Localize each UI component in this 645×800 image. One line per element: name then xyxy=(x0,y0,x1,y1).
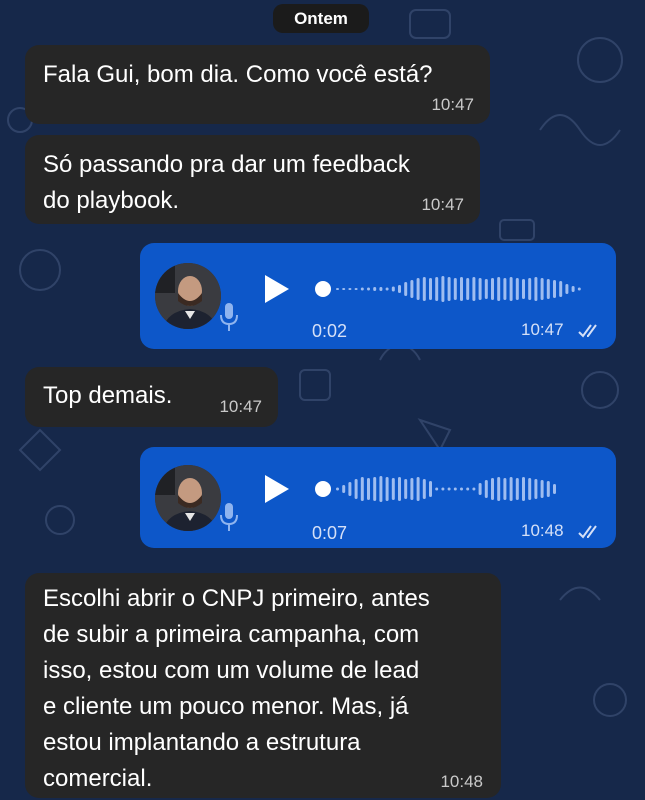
message-text: Top demais. xyxy=(43,382,173,409)
message-time: 10:48 xyxy=(521,521,564,540)
message-time: 10:47 xyxy=(421,195,464,214)
read-receipt-icon xyxy=(578,525,597,539)
message-text: Escolhi abrir o CNPJ primeiro, antes de … xyxy=(43,585,430,792)
message-bubble-incoming[interactable]: Top demais. 10:47 xyxy=(25,367,278,427)
message-bubble-incoming[interactable]: Só passando pra dar um feedback do playb… xyxy=(25,135,480,224)
audio-waveform[interactable] xyxy=(314,272,594,306)
voice-duration: 0:02 xyxy=(312,321,348,341)
read-receipt-icon xyxy=(578,324,597,338)
message-time: 10:47 xyxy=(219,397,262,416)
avatar xyxy=(155,465,221,531)
audio-waveform[interactable] xyxy=(314,472,594,506)
play-button[interactable] xyxy=(265,275,289,303)
date-separator: Ontem xyxy=(273,4,369,33)
voice-message-bubble[interactable]: 0:02 10:47 xyxy=(140,243,616,349)
microphone-icon xyxy=(220,303,238,331)
avatar xyxy=(155,263,221,329)
message-text: Só passando pra dar um feedback do playb… xyxy=(43,151,410,214)
message-text: Fala Gui, bom dia. Como você está? xyxy=(43,61,433,88)
message-time: 10:47 xyxy=(521,320,564,339)
voice-message-bubble[interactable]: 0:07 10:48 xyxy=(140,447,616,548)
message-bubble-incoming[interactable]: Fala Gui, bom dia. Como você está? 10:47 xyxy=(25,45,490,124)
message-time: 10:48 xyxy=(440,772,483,791)
message-time: 10:47 xyxy=(431,95,474,114)
message-bubble-incoming[interactable]: Escolhi abrir o CNPJ primeiro, antes de … xyxy=(25,573,501,798)
avatar-photo xyxy=(155,263,221,329)
avatar-photo xyxy=(155,465,221,531)
microphone-icon xyxy=(220,503,238,531)
voice-duration: 0:07 xyxy=(312,523,348,543)
play-button[interactable] xyxy=(265,475,289,503)
